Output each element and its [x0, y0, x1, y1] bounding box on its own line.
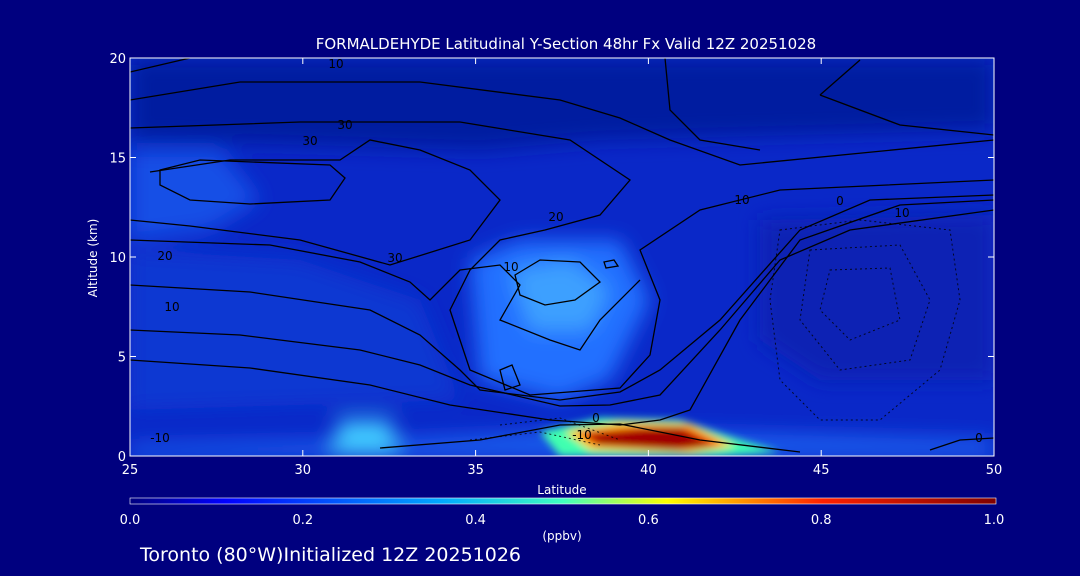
x-tick-label: 45: [813, 463, 830, 478]
contour-label: 0: [975, 431, 983, 445]
field-right-mid: [760, 215, 994, 380]
contour-label: 20: [157, 249, 172, 263]
chart-figure: FORMALDEHYDE Latitudinal Y-Section 48hr …: [0, 0, 1080, 576]
contour-label: -10: [150, 431, 170, 445]
colorbar-tick-label: 0.6: [638, 513, 659, 528]
contour-label: 10: [328, 57, 343, 71]
x-tick-label: 30: [295, 463, 312, 478]
contour-label: 0: [836, 194, 844, 208]
y-tick-label: 5: [118, 351, 126, 366]
x-tick-label: 40: [640, 463, 657, 478]
colorbar-label: (ppbv): [542, 529, 581, 543]
colorbar-tick-label: 0.4: [465, 513, 486, 528]
footer-text: Toronto (80°W)Initialized 12Z 20251026: [139, 544, 521, 566]
contour-label: 30: [302, 134, 317, 148]
y-tick-label: 20: [109, 52, 126, 67]
contour-label: 10: [503, 260, 518, 274]
colorbar-tick-label: 1.0: [984, 513, 1005, 528]
contour-label: 10: [894, 206, 909, 220]
contour-label: 20: [548, 210, 563, 224]
contour-label: -10: [572, 428, 592, 442]
x-tick-label: 35: [467, 463, 484, 478]
chart-svg: FORMALDEHYDE Latitudinal Y-Section 48hr …: [86, 35, 1005, 566]
chart-title: FORMALDEHYDE Latitudinal Y-Section 48hr …: [316, 35, 816, 53]
contour-label: 0: [592, 411, 600, 425]
x-axis-label: Latitude: [537, 483, 586, 497]
y-axis-label: Altitude (km): [86, 219, 100, 298]
colorbar-tick-label: 0.2: [292, 513, 313, 528]
x-tick-label: 50: [986, 463, 1003, 478]
contour-label: 10: [164, 300, 179, 314]
contour-label: 30: [337, 118, 352, 132]
y-tick-label: 10: [109, 251, 126, 266]
colorbar-tick-label: 0.8: [811, 513, 832, 528]
colorbar-ticks: 0.0 0.2 0.4 0.6 0.8 1.0: [120, 513, 1005, 528]
y-tick-label: 15: [109, 152, 126, 167]
x-tick-label: 25: [122, 463, 139, 478]
y-tick-label: 0: [118, 450, 126, 465]
colorbar-tick-label: 0.0: [120, 513, 141, 528]
contour-label: 30: [387, 251, 402, 265]
field-surface-plume-32n: [330, 420, 400, 456]
colorbar: [129, 497, 997, 505]
plot-area: 1030302020 30100-10-1010 010100: [130, 57, 994, 456]
contour-label: 10: [734, 193, 749, 207]
